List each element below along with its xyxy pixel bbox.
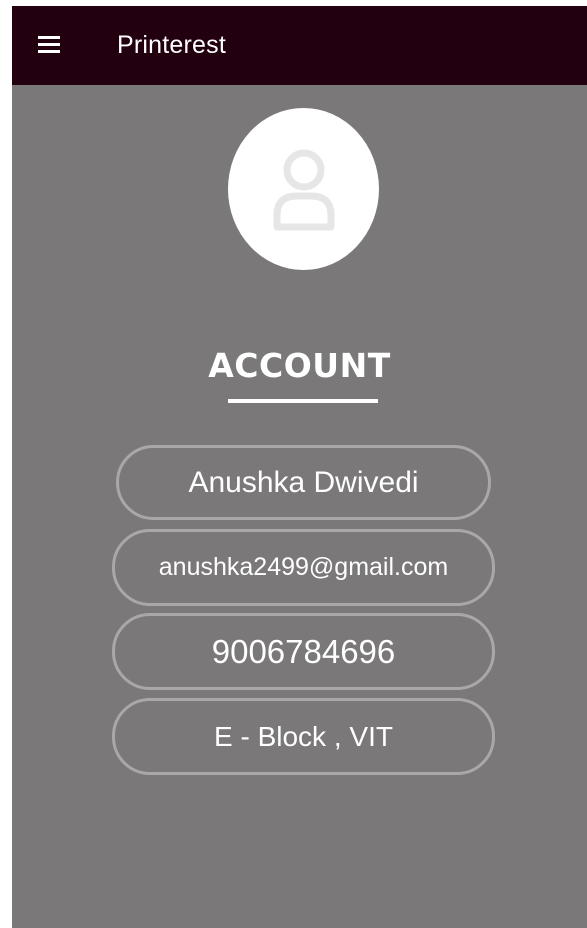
address-field[interactable]: E - Block , VIT [112, 698, 495, 775]
account-screen: Printerest ACCOUNT Anushka Dwivedi anush… [12, 6, 587, 928]
app-title: Printerest [117, 31, 226, 59]
phone-field[interactable]: 9006784696 [112, 613, 495, 690]
menu-button[interactable] [32, 30, 72, 60]
email-field[interactable]: anushka2499@gmail.com [112, 529, 495, 606]
heading-underline [228, 399, 378, 403]
account-heading: ACCOUNT [208, 346, 391, 385]
app-bar: Printerest [12, 6, 587, 85]
user-placeholder-icon [273, 149, 335, 231]
profile-avatar[interactable] [228, 108, 379, 270]
hamburger-menu-icon [38, 36, 60, 53]
name-field[interactable]: Anushka Dwivedi [116, 445, 491, 520]
